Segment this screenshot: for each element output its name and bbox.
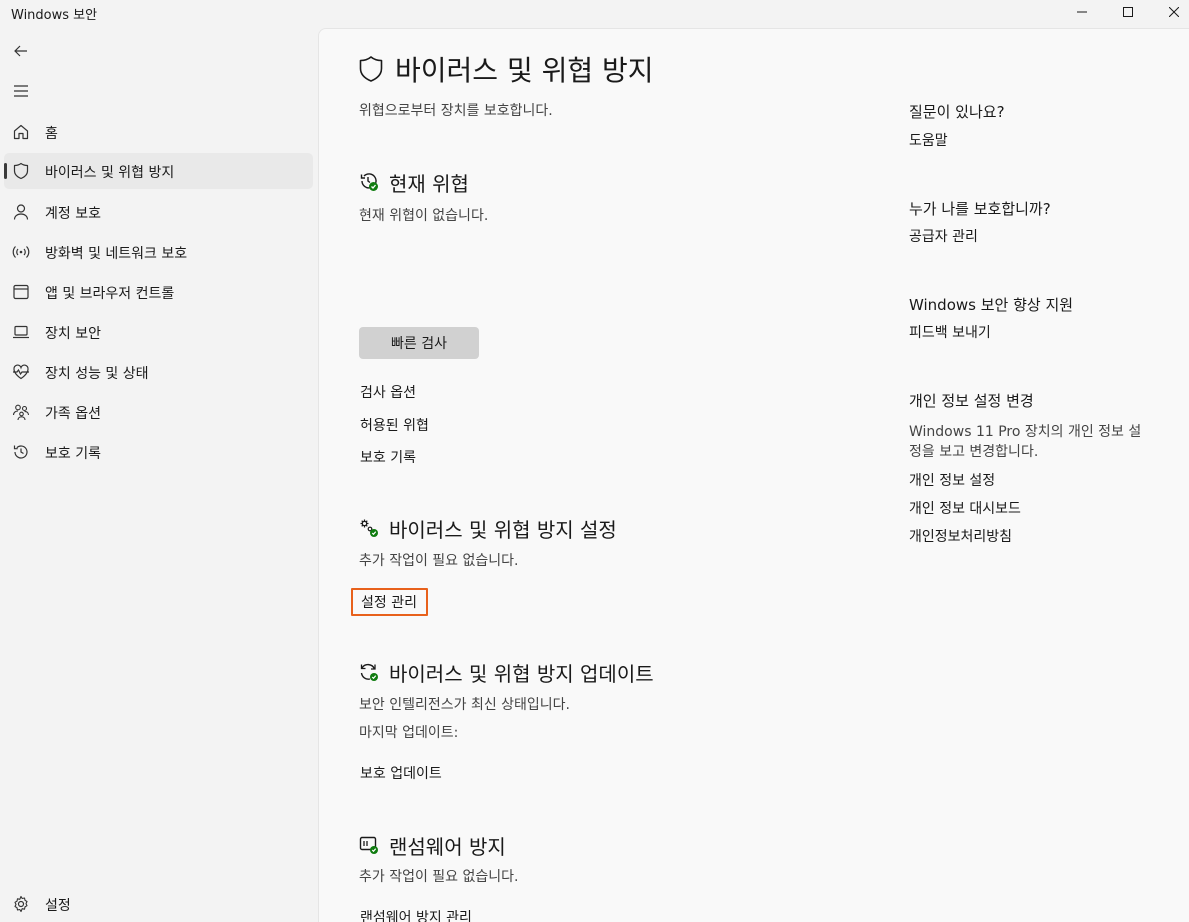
ransomware-section-title: 랜섬웨어 방지 xyxy=(389,835,506,859)
sidebar-item-history[interactable]: 보호 기록 xyxy=(4,434,313,470)
active-indicator xyxy=(4,163,7,179)
hamburger-menu-icon xyxy=(14,85,28,97)
protection-history-link[interactable]: 보호 기록 xyxy=(360,447,416,467)
home-icon xyxy=(13,124,29,140)
shield-icon xyxy=(13,162,29,180)
family-icon xyxy=(12,404,30,421)
privacy-dashboard-link[interactable]: 개인 정보 대시보드 xyxy=(909,498,1021,518)
update-sync-icon xyxy=(360,663,378,681)
sidebar-item-label: 장치 보안 xyxy=(45,326,101,342)
close-button[interactable] xyxy=(1151,0,1189,24)
history-icon xyxy=(13,445,28,459)
back-button[interactable] xyxy=(4,34,38,68)
app-window-icon xyxy=(13,284,29,300)
maximize-button[interactable] xyxy=(1105,0,1151,24)
sidebar: 홈 바이러스 및 위협 방지 계정 보호 방화벽 및 네트워크 보호 앱 및 브… xyxy=(0,28,318,922)
scan-options-link[interactable]: 검사 옵션 xyxy=(360,382,416,402)
laptop-icon xyxy=(13,325,29,339)
sidebar-item-account[interactable]: 계정 보호 xyxy=(4,194,313,230)
shield-icon xyxy=(359,56,383,82)
sidebar-item-label: 보호 기록 xyxy=(45,446,101,462)
updates-section-title: 바이러스 및 위협 방지 업데이트 xyxy=(389,662,654,686)
window-title: Windows 보안 xyxy=(11,8,98,23)
current-threats-title: 현재 위협 xyxy=(389,172,469,196)
sidebar-item-settings[interactable]: 설정 xyxy=(4,886,313,922)
help-heading: 질문이 있나요? xyxy=(909,103,1005,121)
sidebar-item-family[interactable]: 가족 옵션 xyxy=(4,394,313,430)
privacy-description: Windows 11 Pro 장치의 개인 정보 설정을 보고 변경합니다. xyxy=(909,424,1142,460)
quick-scan-button[interactable]: 빠른 검사 xyxy=(359,327,479,359)
minimize-icon xyxy=(1077,11,1087,13)
ransomware-manage-link[interactable]: 랜섬웨어 방지 관리 xyxy=(360,907,472,922)
sidebar-item-device-security[interactable]: 장치 보안 xyxy=(4,314,313,350)
settings-gears-icon xyxy=(360,519,378,537)
sidebar-item-label: 홈 xyxy=(45,126,58,142)
sidebar-item-label: 바이러스 및 위협 방지 xyxy=(45,165,175,181)
ransomware-status: 추가 작업이 필요 없습니다. xyxy=(359,869,519,885)
settings-status: 추가 작업이 필요 없습니다. xyxy=(359,553,519,569)
sidebar-item-label: 앱 및 브라우저 컨트롤 xyxy=(45,286,175,302)
sidebar-item-virus-protection[interactable]: 바이러스 및 위협 방지 xyxy=(4,153,313,189)
page-title: 바이러스 및 위협 방지 xyxy=(395,54,654,87)
settings-section-title: 바이러스 및 위협 방지 설정 xyxy=(389,518,617,542)
sidebar-item-firewall[interactable]: 방화벽 및 네트워크 보호 xyxy=(4,234,313,270)
feedback-link[interactable]: 피드백 보내기 xyxy=(909,322,991,342)
protection-updates-link[interactable]: 보호 업데이트 xyxy=(360,763,442,783)
title-bar: Windows 보안 xyxy=(0,0,1189,28)
highlight-box xyxy=(351,588,428,616)
current-threats-status: 현재 위협이 없습니다. xyxy=(359,208,489,224)
heart-pulse-icon xyxy=(13,364,29,380)
main-content: 바이러스 및 위협 방지 위협으로부터 장치를 보호합니다. 현재 위협 현재 … xyxy=(318,28,1189,922)
minimize-button[interactable] xyxy=(1059,0,1105,24)
updates-status: 보안 인텔리전스가 최신 상태입니다. xyxy=(359,697,570,713)
improve-heading: Windows 보안 향상 지원 xyxy=(909,296,1074,314)
sidebar-item-device-health[interactable]: 장치 성능 및 상태 xyxy=(4,354,313,390)
settings-label: 설정 xyxy=(45,898,71,914)
last-update-label: 마지막 업데이트: xyxy=(359,725,459,741)
wifi-icon xyxy=(12,246,30,258)
manage-providers-link[interactable]: 공급자 관리 xyxy=(909,226,978,246)
page-subtitle: 위협으로부터 장치를 보호합니다. xyxy=(359,103,553,119)
sidebar-item-home[interactable]: 홈 xyxy=(4,114,313,150)
person-icon xyxy=(13,204,29,220)
maximize-icon xyxy=(1123,7,1133,17)
sidebar-item-label: 계정 보호 xyxy=(45,206,101,222)
sidebar-item-label: 장치 성능 및 상태 xyxy=(45,366,149,382)
close-icon xyxy=(1169,7,1179,17)
menu-button[interactable] xyxy=(4,74,38,108)
privacy-settings-link[interactable]: 개인 정보 설정 xyxy=(909,470,995,490)
privacy-heading: 개인 정보 설정 변경 xyxy=(909,392,1034,410)
sidebar-item-label: 방화벽 및 네트워크 보호 xyxy=(45,246,188,262)
back-arrow-icon xyxy=(14,45,27,57)
sidebar-item-app-browser[interactable]: 앱 및 브라우저 컨트롤 xyxy=(4,274,313,310)
ransomware-icon xyxy=(359,836,378,854)
gear-icon xyxy=(14,895,28,913)
who-protects-heading: 누가 나를 보호합니까? xyxy=(909,200,1051,218)
privacy-statement-link[interactable]: 개인정보처리방침 xyxy=(909,526,1012,546)
allowed-threats-link[interactable]: 허용된 위협 xyxy=(360,415,429,435)
help-link[interactable]: 도움말 xyxy=(909,130,948,150)
sidebar-item-label: 가족 옵션 xyxy=(45,406,101,422)
threat-history-icon xyxy=(360,173,378,191)
